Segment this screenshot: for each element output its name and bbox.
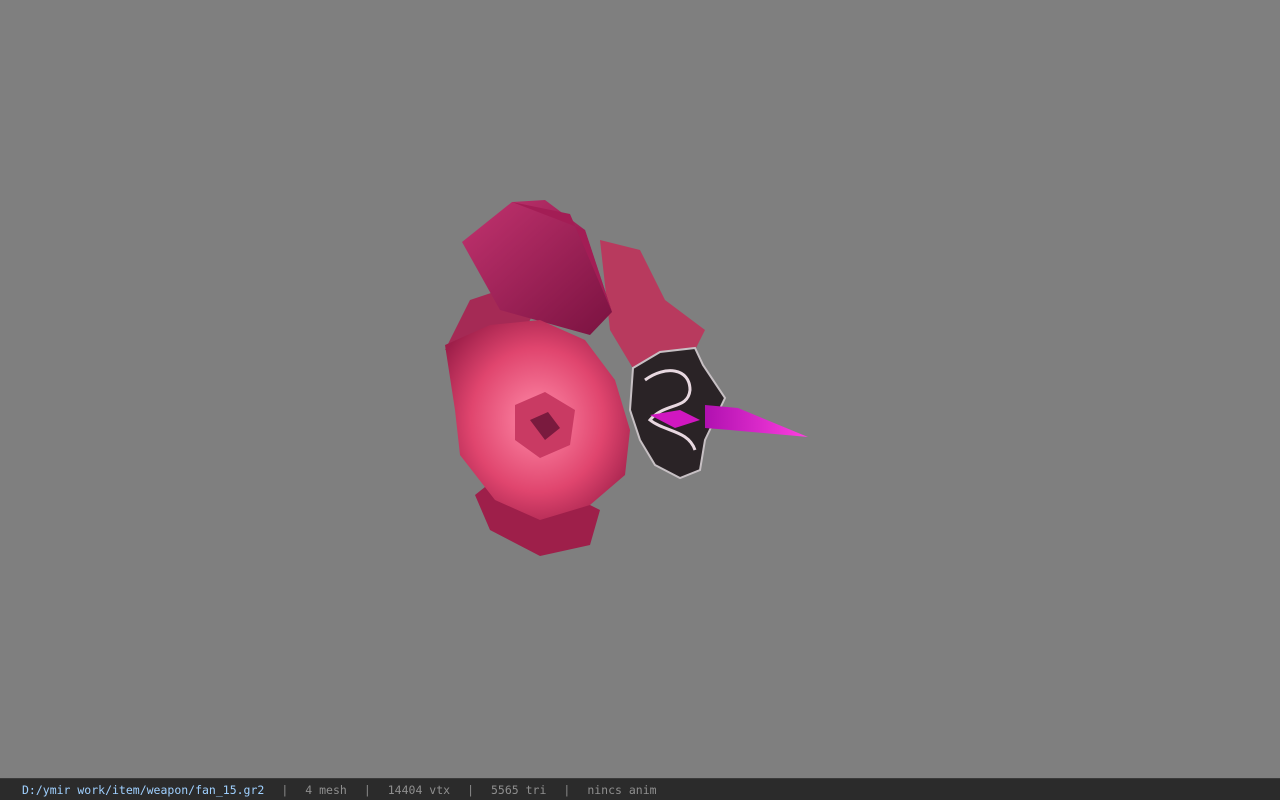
status-bar: D:/ymir work/item/weapon/fan_15.gr2 | 4 … <box>0 778 1280 800</box>
triangle-count: 5565 tri <box>491 782 547 797</box>
vertex-count: 14404 vtx <box>387 782 451 797</box>
fan-model-icon[interactable] <box>0 0 1280 778</box>
separator: | <box>467 782 474 797</box>
blade-tip <box>705 405 808 437</box>
model-path: D:/ymir work/item/weapon/fan_15.gr2 <box>22 782 265 797</box>
separator: | <box>363 782 371 797</box>
separator: | <box>281 782 289 797</box>
separator: | <box>563 782 571 797</box>
viewport[interactable] <box>0 0 1280 778</box>
animation-status: nincs anim <box>587 782 657 797</box>
mesh-count: 4 mesh <box>305 782 347 797</box>
